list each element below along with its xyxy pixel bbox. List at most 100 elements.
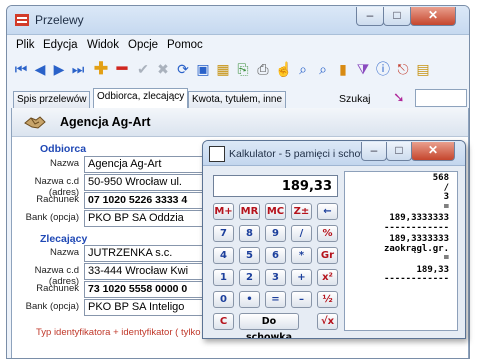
plus-button[interactable]: + — [291, 269, 312, 286]
tape-lines: 568 / 3 = 189,3333333 ------------ 189,3… — [345, 173, 459, 285]
divide-button[interactable]: / — [291, 225, 312, 242]
digit-1-button[interactable]: 1 — [213, 269, 234, 286]
calculator-close-button[interactable]: ✕ — [411, 142, 455, 161]
minus-button[interactable]: – — [291, 291, 312, 308]
handshake-icon — [24, 116, 46, 129]
confirm-icon[interactable]: ✔ — [135, 61, 151, 77]
half-button[interactable]: ½ — [317, 291, 338, 308]
app-icon — [15, 14, 29, 26]
clear-button[interactable]: C — [213, 313, 234, 330]
square-button[interactable]: x² — [317, 269, 338, 286]
digit-3-button[interactable]: 3 — [265, 269, 286, 286]
prev-record-icon[interactable]: ◀ — [32, 61, 48, 77]
percent-button[interactable]: % — [317, 225, 338, 242]
last-record-icon[interactable]: ⏭ — [70, 61, 86, 77]
calculator-minimize-button[interactable]: – — [361, 142, 387, 161]
round-gr-button[interactable]: Gr — [317, 247, 338, 264]
tape-line: 568 — [432, 173, 449, 183]
window-title: Przelewy — [35, 13, 84, 27]
memory-add-button[interactable]: M+ — [213, 203, 234, 220]
filter-icon[interactable]: ⧩ — [355, 61, 371, 77]
calculator-title: Kalkulator - 5 pamięci i schowek — [229, 148, 379, 160]
odbiorca-bank-label: Bank (opcja) — [25, 212, 79, 223]
zlecajacy-bank-field[interactable]: PKO BP SA Inteligo — [84, 299, 209, 316]
decimal-button[interactable]: • — [239, 291, 260, 308]
calculator-icon — [209, 146, 225, 162]
calculator-title-bar[interactable]: Kalkulator - 5 pamięci i schowek – □ ✕ — [203, 141, 465, 166]
export-icon[interactable]: ⎘ — [235, 61, 251, 77]
digit-4-button[interactable]: 4 — [213, 247, 234, 264]
equals-button[interactable]: = — [265, 291, 286, 308]
first-record-icon[interactable]: ⏮ — [13, 61, 29, 77]
exit-icon[interactable]: ⎋ — [395, 61, 411, 77]
digit-5-button[interactable]: 5 — [239, 247, 260, 264]
search-input[interactable] — [415, 89, 467, 107]
zlecajacy-account-label: Rachunek — [36, 283, 79, 294]
info-icon[interactable]: ⓘ — [375, 61, 391, 77]
digit-8-button[interactable]: 8 — [239, 225, 260, 242]
title-bar[interactable]: Przelewy – □ ✕ — [7, 6, 469, 35]
odbiorca-address-field[interactable]: 50-950 Wrocław ul. — [84, 174, 209, 191]
search-icon[interactable]: ⌕ — [295, 61, 311, 77]
tab-spis-przelewow[interactable]: Spis przelewów — [13, 91, 91, 108]
multiply-button[interactable]: * — [291, 247, 312, 264]
zlecajacy-account-field[interactable]: 73 1020 5558 0000 0 — [84, 281, 209, 298]
odbiorca-name-field[interactable]: Agencja Ag-Art — [84, 156, 209, 173]
tape-line: = — [443, 253, 449, 263]
menu-edycja[interactable]: Edycja — [43, 39, 78, 51]
tab-kwota-tytulem[interactable]: Kwota, tytułem, inne — [188, 91, 287, 108]
zlecajacy-bank-label: Bank (opcja) — [25, 301, 79, 312]
square-root-button[interactable]: √x — [317, 313, 338, 330]
digit-7-button[interactable]: 7 — [213, 225, 234, 242]
zlecajacy-section-title: Zlecający — [40, 233, 88, 245]
copy-to-clipboard-button[interactable]: Do schowka — [239, 313, 299, 338]
odbiorca-account-field[interactable]: 07 1020 5226 3333 4 — [84, 192, 209, 209]
zlecajacy-address-field[interactable]: 33-444 Wrocław Kwi — [84, 263, 209, 280]
search-next-icon[interactable]: ⌕ — [315, 61, 331, 77]
tape-line: 3 — [443, 192, 449, 202]
digit-9-button[interactable]: 9 — [265, 225, 286, 242]
calculator-window: Kalkulator - 5 pamięci i schowek – □ ✕ 1… — [202, 140, 466, 339]
cancel-icon[interactable]: ✖ — [155, 61, 171, 77]
zlecajacy-name-field[interactable]: JUTRZENKA s.c. — [84, 245, 209, 262]
add-icon[interactable]: ✚ — [93, 60, 109, 77]
odbiorca-section-title: Odbiorca — [40, 143, 87, 155]
tab-odbiorca-zlecajacy[interactable]: Odbiorca, zlecający — [93, 88, 189, 108]
company-title: Agencja Ag-Art — [60, 115, 151, 129]
refresh-icon[interactable]: ⟳ — [175, 61, 191, 77]
odbiorca-bank-field[interactable]: PKO BP SA Oddzia — [84, 210, 209, 227]
digit-6-button[interactable]: 6 — [265, 247, 286, 264]
close-button[interactable]: ✕ — [410, 7, 456, 26]
next-record-icon[interactable]: ▶ — [51, 61, 67, 77]
tab-strip: Spis przelewów Odbiorca, zlecający Kwota… — [11, 88, 467, 109]
digit-2-button[interactable]: 2 — [239, 269, 260, 286]
maximize-button[interactable]: □ — [383, 7, 411, 26]
menu-widok[interactable]: Widok — [87, 39, 119, 51]
grid-icon[interactable]: ▦ — [215, 61, 231, 77]
odbiorca-account-label: Rachunek — [36, 194, 79, 205]
sign-toggle-button[interactable]: Z± — [291, 203, 312, 220]
minimize-button[interactable]: – — [356, 7, 384, 26]
calculator-maximize-button[interactable]: □ — [386, 142, 412, 161]
archive-icon[interactable]: ▤ — [415, 61, 431, 77]
identifier-type-info: Typ identyfikatora + identyfikator ( tyl… — [36, 327, 201, 338]
memory-recall-button[interactable]: MR — [239, 203, 260, 220]
save-icon[interactable]: ▣ — [195, 61, 211, 77]
search-label: Szukaj — [339, 93, 371, 105]
backspace-button[interactable]: ← — [317, 203, 338, 220]
menu-pomoc[interactable]: Pomoc — [167, 39, 203, 51]
chart-icon[interactable]: ▮ — [335, 61, 351, 77]
tape-line: zaokrągl.gr. — [383, 243, 449, 254]
print-icon[interactable]: ⎙ — [255, 61, 271, 77]
tape-line: / — [443, 182, 449, 193]
search-icon[interactable]: ➘ — [393, 89, 405, 106]
odbiorca-name-label: Nazwa — [49, 158, 79, 169]
digit-0-button[interactable]: 0 — [213, 291, 234, 308]
menu-plik[interactable]: Plik — [16, 39, 35, 51]
memory-clear-button[interactable]: MC — [265, 203, 286, 220]
delete-icon[interactable]: ━ — [114, 60, 130, 77]
zlecajacy-name-label: Nazwa — [49, 247, 79, 258]
menu-opcje[interactable]: Opcje — [128, 39, 158, 51]
thumb-icon[interactable]: ☝ — [275, 61, 292, 77]
calculator-tape[interactable]: 568 / 3 = 189,3333333 ------------ 189,3… — [344, 171, 458, 331]
